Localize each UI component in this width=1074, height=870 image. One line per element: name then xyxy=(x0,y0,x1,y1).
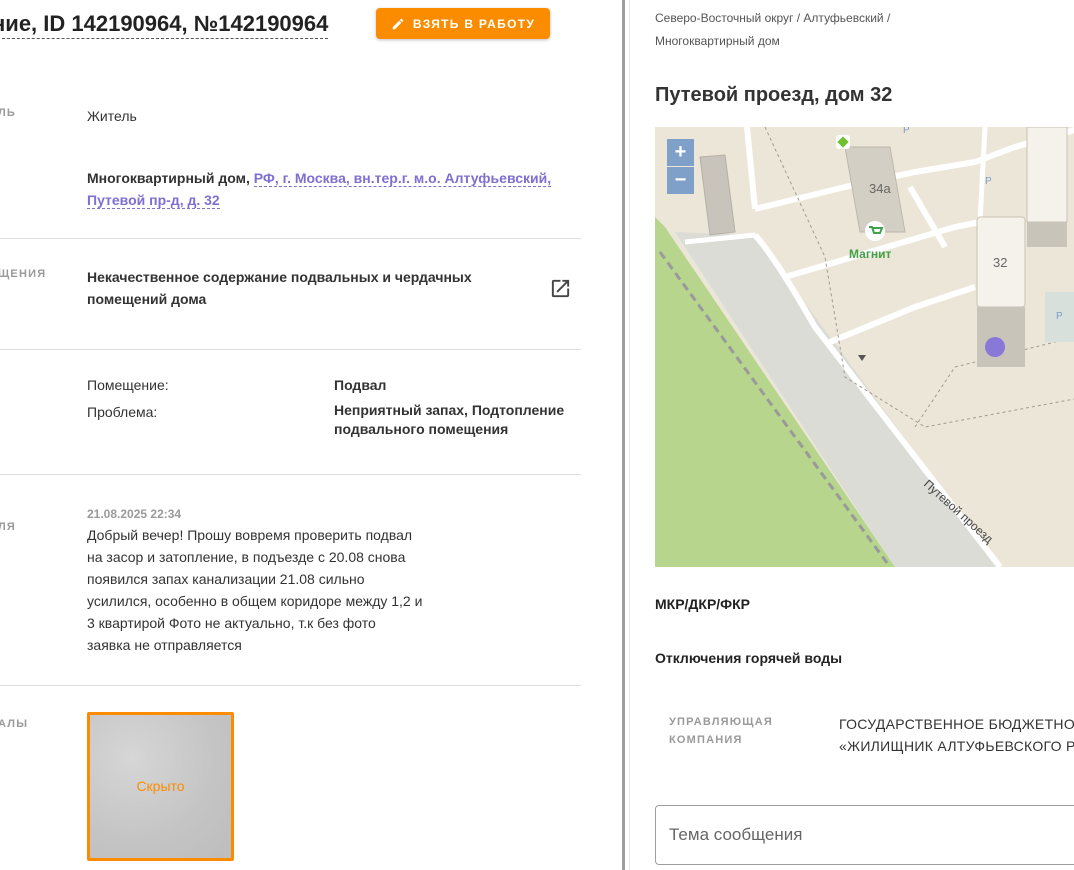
problem-line-2: подвального помещения xyxy=(334,421,509,437)
category-value: Некачественное содержание подвальных и ч… xyxy=(87,266,472,310)
applicant-value: Житель xyxy=(87,108,137,124)
object-type: Многоквартирный дом, xyxy=(87,170,254,186)
message-line: на засор и затопление, в подъезде с 20.0… xyxy=(87,549,406,565)
object-address: Многоквартирный дом, РФ, г. Москва, вн.т… xyxy=(87,167,582,211)
management-company-value: ГОСУДАРСТВЕННОЕ БЮДЖЕТНОЕ «ЖИЛИЩНИК АЛТУ… xyxy=(839,713,1074,757)
message-line: появился запах канализации 21.08 сильно xyxy=(87,571,365,587)
applicant-section-label: ЛЬ xyxy=(0,107,17,119)
category-section-label: ЩЕНИЯ xyxy=(0,268,47,280)
category-line-2: помещений дома xyxy=(87,291,207,307)
hidden-photo-label: Скрыто xyxy=(136,778,185,794)
request-title: ние, ID 142190964, №142190964 xyxy=(0,10,329,39)
message-topic-input[interactable] xyxy=(655,805,1074,865)
management-company-label-line: КОМПАНИЯ xyxy=(669,734,743,746)
hot-water-outage-label: Отключения горячей воды xyxy=(655,650,843,666)
problem-value: Неприятный запах, Подтопление подвальног… xyxy=(334,401,564,439)
take-in-work-label: ВЗЯТЬ В РАБОТУ xyxy=(412,16,536,31)
take-in-work-button[interactable]: ВЗЯТЬ В РАБОТУ xyxy=(376,8,550,39)
management-company-label-line: УПРАВЛЯЮЩАЯ xyxy=(669,716,773,728)
zoom-in-button[interactable]: + xyxy=(667,139,694,166)
divider xyxy=(0,238,581,239)
divider xyxy=(0,474,581,475)
problem-label: Проблема: xyxy=(87,404,158,420)
pencil-icon xyxy=(392,18,404,29)
message-section-label: ЛЯ xyxy=(0,521,17,533)
management-company-line: «ЖИЛИЩНИК АЛТУФЬЕВСКОГО Р xyxy=(839,738,1074,754)
hidden-photo-thumbnail[interactable]: Скрыто xyxy=(87,712,234,861)
parking-icon: P xyxy=(1056,311,1063,322)
repair-program-label: МКР/ДКР/ФКР xyxy=(655,596,751,612)
room-value: Подвал xyxy=(334,377,387,393)
open-external-icon[interactable] xyxy=(549,277,572,300)
parking-icon: P xyxy=(903,127,910,136)
map-view[interactable]: Путевой проезд 34а 32 Магнит P P P + − xyxy=(655,127,1074,567)
photos-section-label: АЛЫ xyxy=(0,718,29,730)
building-label-34a: 34а xyxy=(869,181,891,196)
object-info-panel: Северо-Восточный округ / Алтуфьевский / … xyxy=(629,0,1074,870)
request-details-panel: ние, ID 142190964, №142190964 ВЗЯТЬ В РА… xyxy=(0,0,625,870)
breadcrumb-object-type[interactable]: Многоквартирный дом xyxy=(655,34,780,48)
building-label-32: 32 xyxy=(993,255,1007,270)
address-link-continued[interactable]: Путевой пр-д, д. 32 xyxy=(87,192,220,209)
breadcrumb[interactable]: Северо-Восточный округ / Алтуфьевский / xyxy=(655,11,890,25)
panel-splitter[interactable] xyxy=(622,0,625,870)
divider xyxy=(0,349,581,350)
category-line-1: Некачественное содержание подвальных и ч… xyxy=(87,269,472,285)
message-line: заявка не отправляется xyxy=(87,637,242,653)
parking-icon: P xyxy=(985,176,992,187)
room-label: Помещение: xyxy=(87,377,169,393)
shop-label: Магнит xyxy=(849,247,891,261)
message-line: усилился, особенно в общем коридоре межд… xyxy=(87,593,423,609)
divider xyxy=(0,685,581,686)
map-canvas: Путевой проезд 34а 32 Магнит P P P xyxy=(655,127,1074,567)
building-address-title: Путевой проезд, дом 32 xyxy=(655,84,893,106)
message-text: Добрый вечер! Прошу вовремя проверить по… xyxy=(87,524,477,656)
message-line: Добрый вечер! Прошу вовремя проверить по… xyxy=(87,527,413,543)
message-line: 3 квартирой Фото не актуально, т.к без ф… xyxy=(87,615,376,631)
management-company-label: УПРАВЛЯЮЩАЯ КОМПАНИЯ xyxy=(669,713,773,749)
zoom-out-button[interactable]: − xyxy=(667,167,694,194)
management-company-line: ГОСУДАРСТВЕННОЕ БЮДЖЕТНОЕ xyxy=(839,716,1074,732)
address-link[interactable]: РФ, г. Москва, вн.тер.г. м.о. Алтуфьевск… xyxy=(253,170,552,187)
message-timestamp: 21.08.2025 22:34 xyxy=(87,507,182,521)
problem-line-1: Неприятный запах, Подтопление xyxy=(334,402,565,418)
